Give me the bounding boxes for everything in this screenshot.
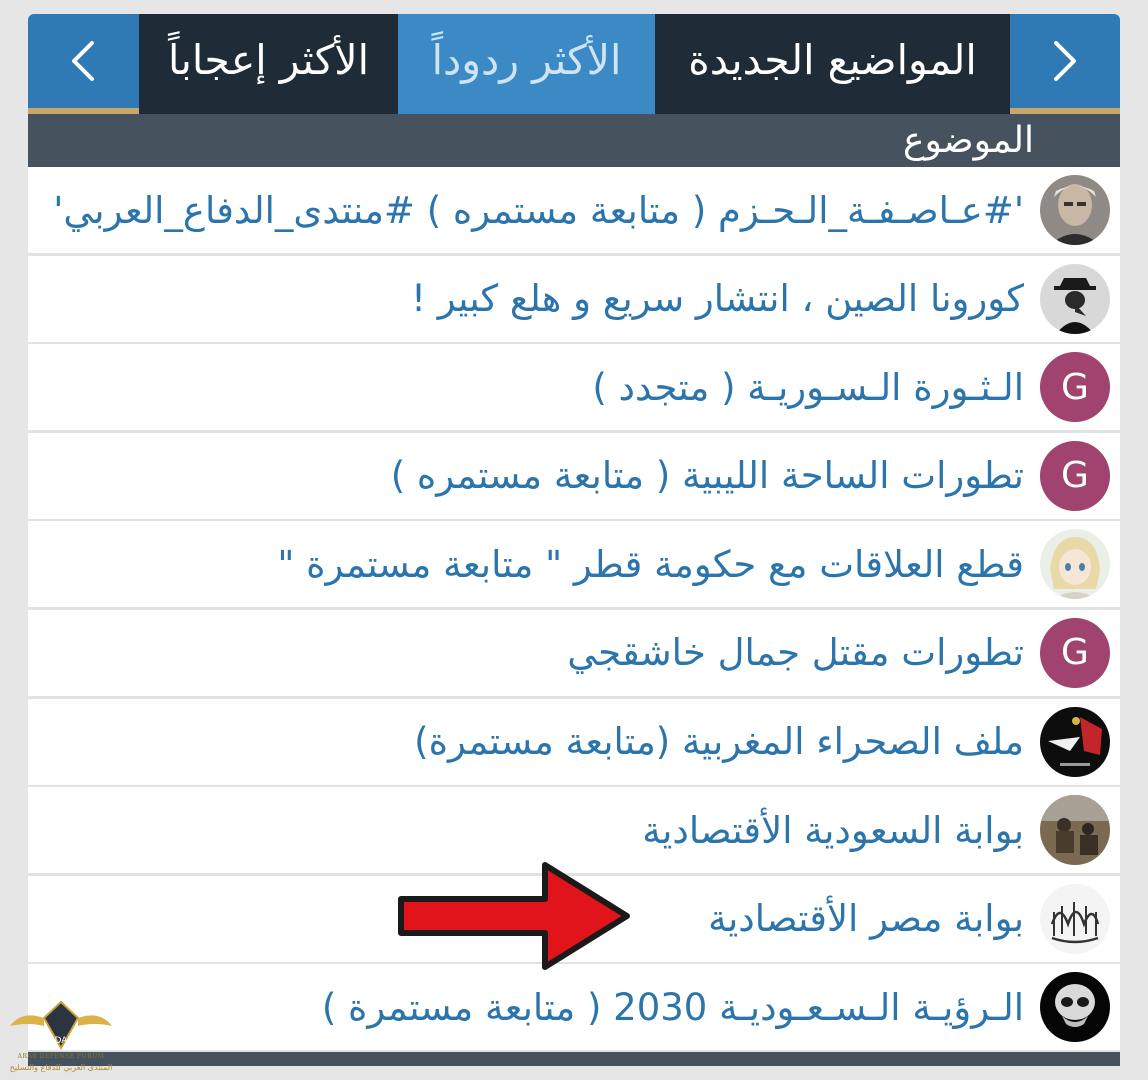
- user-avatar[interactable]: G: [1040, 617, 1110, 688]
- column-header-topic: الموضوع: [28, 114, 1120, 167]
- red-arrow-annotation: [398, 862, 630, 970]
- user-avatar[interactable]: G: [1040, 440, 1110, 511]
- user-avatar[interactable]: [1040, 795, 1110, 866]
- topic-row[interactable]: G الـثـورة الـسـوريـة ( متجدد ): [28, 344, 1120, 431]
- user-avatar[interactable]: [1040, 883, 1110, 954]
- topic-title-link[interactable]: الـرؤيـة الـسـعـوديـة 2030 ( متابعة مستم…: [322, 964, 1024, 1050]
- forum-watermark-logo: DA ARAB DEFENSE FORUM المنتدى العربي للد…: [6, 996, 116, 1080]
- topic-row[interactable]: كورونا الصين ، انتشار سريع و هلع كبير !: [28, 255, 1120, 342]
- topic-row[interactable]: الـرؤيـة الـسـعـوديـة 2030 ( متابعة مستم…: [28, 964, 1120, 1051]
- topic-title-link[interactable]: الـثـورة الـسـوريـة ( متجدد ): [592, 344, 1024, 430]
- watermark-arabic-name: المنتدى العربي للدفاع والتسليح: [9, 1063, 113, 1072]
- user-avatar[interactable]: [1040, 263, 1110, 334]
- scroll-tabs-left-button[interactable]: [28, 14, 138, 108]
- tab-most-liked[interactable]: الأكثر إعجاباً: [139, 14, 398, 114]
- topic-title-link[interactable]: تطورات مقتل جمال خاشقجي: [567, 610, 1024, 696]
- scroll-tabs-right-button[interactable]: [1010, 14, 1120, 108]
- watermark-english-name: ARAB DEFENSE FORUM: [17, 1053, 105, 1060]
- svg-text:DA: DA: [55, 1036, 69, 1046]
- tab-bar: المواضيع الجديدة الأكثر ردوداً الأكثر إع…: [28, 14, 1120, 114]
- chevron-right-icon: [1054, 41, 1076, 81]
- topic-row[interactable]: G تطورات الساحة الليبية ( متابعة مستمره …: [28, 432, 1120, 519]
- topic-title-link[interactable]: تطورات الساحة الليبية ( متابعة مستمره ): [391, 433, 1024, 519]
- topic-title-link[interactable]: بوابة مصر الأقتصادية: [708, 876, 1024, 962]
- topic-row[interactable]: قطع العلاقات مع حكومة قطر " متابعة مستمر…: [28, 521, 1120, 608]
- topic-title-link[interactable]: بوابة السعودية الأقتصادية: [642, 787, 1024, 873]
- user-avatar[interactable]: G: [1040, 352, 1110, 423]
- chevron-left-icon: [72, 41, 94, 81]
- topic-row[interactable]: ملف الصحراء المغربية (متابعة مستمرة): [28, 698, 1120, 785]
- tab-new-topics[interactable]: المواضيع الجديدة: [655, 14, 1010, 114]
- topic-row[interactable]: G تطورات مقتل جمال خاشقجي: [28, 609, 1120, 696]
- user-avatar[interactable]: [1040, 175, 1110, 245]
- topic-row[interactable]: '#عـاصـفـة_الـحـزم ( متابعة مستمره ) #من…: [28, 167, 1120, 253]
- eagle-icon: DA: [10, 1000, 112, 1051]
- user-avatar[interactable]: [1040, 972, 1110, 1043]
- widget-footer-bar: [28, 1052, 1120, 1066]
- topic-title-link[interactable]: قطع العلاقات مع حكومة قطر " متابعة مستمر…: [277, 521, 1024, 607]
- topic-title-link[interactable]: '#عـاصـفـة_الـحـزم ( متابعة مستمره ) #من…: [53, 167, 1024, 253]
- topic-title-link[interactable]: كورونا الصين ، انتشار سريع و هلع كبير !: [411, 256, 1024, 342]
- user-avatar[interactable]: [1040, 706, 1110, 777]
- topic-title-link[interactable]: ملف الصحراء المغربية (متابعة مستمرة): [414, 699, 1024, 785]
- tab-most-replies[interactable]: الأكثر ردوداً: [398, 14, 655, 114]
- user-avatar[interactable]: [1040, 529, 1110, 600]
